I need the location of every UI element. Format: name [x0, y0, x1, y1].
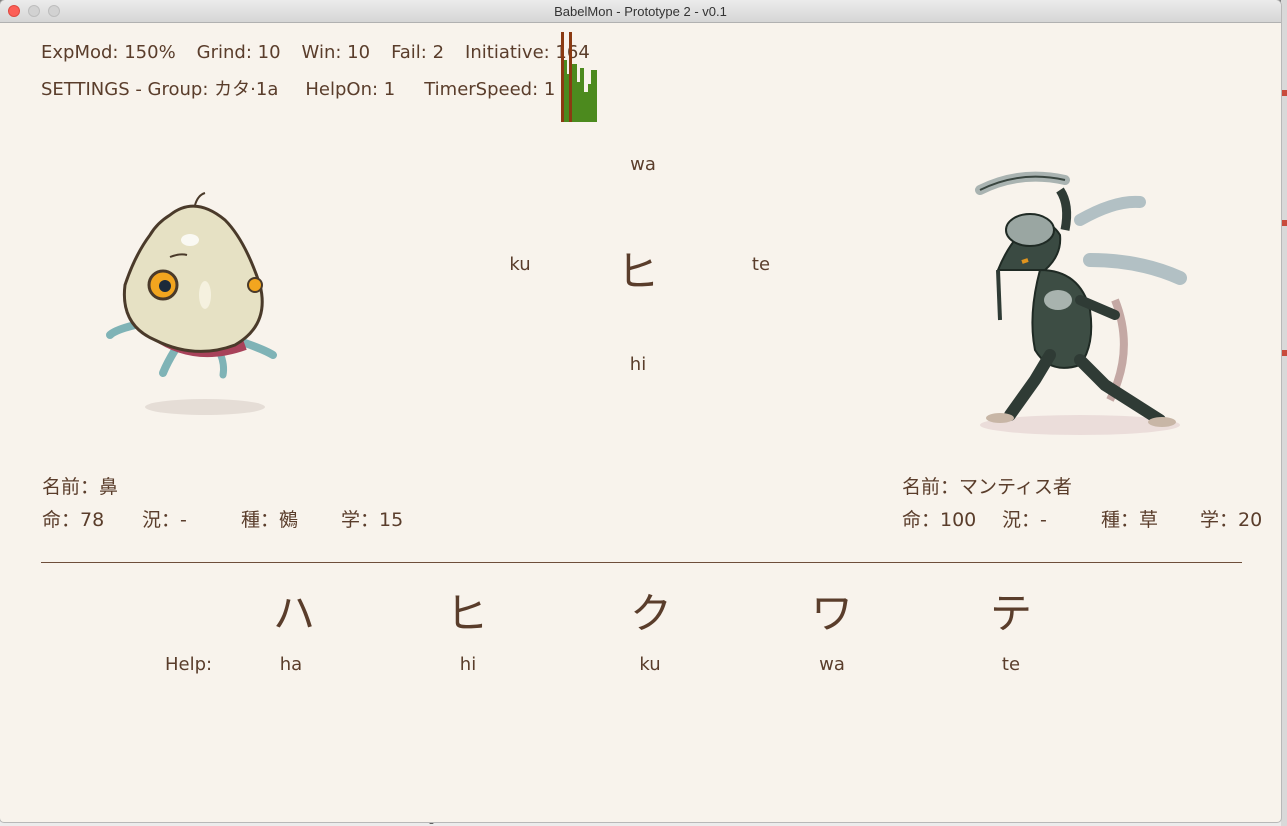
player-species: 種：鵺 — [241, 509, 299, 531]
kana-option[interactable]: ハ — [273, 580, 315, 641]
player-learn: 学：15 — [341, 509, 404, 531]
choice-left[interactable]: ku — [509, 254, 530, 275]
kana-option[interactable]: テ — [990, 580, 1032, 641]
title-bar[interactable]: BabelMon - Prototype 2 - v0.1 — [0, 0, 1281, 23]
enemy-status: 況：- — [1002, 509, 1047, 531]
enemy-monster-sprite — [975, 171, 1187, 435]
win-label: Win: 10 — [301, 42, 371, 63]
player-hp: 命：78 — [42, 509, 105, 531]
settings-group-label: SETTINGS - Group: カタ·1a — [41, 79, 279, 100]
choice-right[interactable]: te — [752, 254, 770, 275]
help-romaji: ku — [639, 654, 661, 675]
kana-option[interactable]: ワ — [811, 580, 853, 641]
hud-stats-line: ExpMod: 150% Grind: 10 Win: 10 Fail: 2 Initi… — [41, 42, 590, 63]
app-window: BabelMon - Prototype 2 - v0.1 ExpMod: 15… — [0, 0, 1281, 822]
expmod-label: ExpMod: 150% — [41, 42, 176, 63]
kana-option[interactable]: ヒ — [446, 580, 488, 641]
help-romaji: ha — [279, 654, 303, 675]
window-title: BabelMon - Prototype 2 - v0.1 — [554, 4, 727, 19]
help-label: Help: — [165, 654, 213, 675]
enemy-hp: 命：100 — [902, 509, 977, 531]
prompt-kana: ヒ — [616, 247, 660, 296]
choice-bottom[interactable]: hi — [630, 354, 646, 375]
enemy-species: 種：草 — [1101, 509, 1159, 531]
timerspeed-label: TimerSpeed: 1 — [424, 79, 556, 100]
player-name: 名前：鼻 — [42, 476, 119, 498]
enemy-name: 名前：マンティス者 — [902, 476, 1072, 498]
kana-option[interactable]: ク — [630, 580, 672, 641]
enemy-stats: 命：100 況：- 種：草 学：20 — [902, 505, 1262, 532]
help-romaji: wa — [819, 654, 845, 675]
grind-label: Grind: 10 — [196, 42, 281, 63]
help-romaji: te — [1001, 654, 1021, 675]
enemy-learn: 学：20 — [1200, 509, 1263, 531]
background-window-edge — [1281, 0, 1287, 826]
helpon-label: HelpOn: 1 — [305, 79, 396, 100]
player-status: 況：- — [142, 509, 187, 531]
player-stats: 命：78 況：- 種：鵺 学：15 — [42, 505, 403, 532]
hud-settings-line: SETTINGS - Group: カタ·1a HelpOn: 1 TimerSpe… — [41, 75, 555, 101]
player-monster-sprite — [106, 192, 277, 415]
choice-top[interactable]: wa — [630, 154, 656, 175]
divider-line — [41, 562, 1242, 563]
help-romaji: hi — [459, 654, 477, 675]
timer-graph — [561, 32, 597, 122]
fail-label: Fail: 2 — [391, 42, 445, 63]
